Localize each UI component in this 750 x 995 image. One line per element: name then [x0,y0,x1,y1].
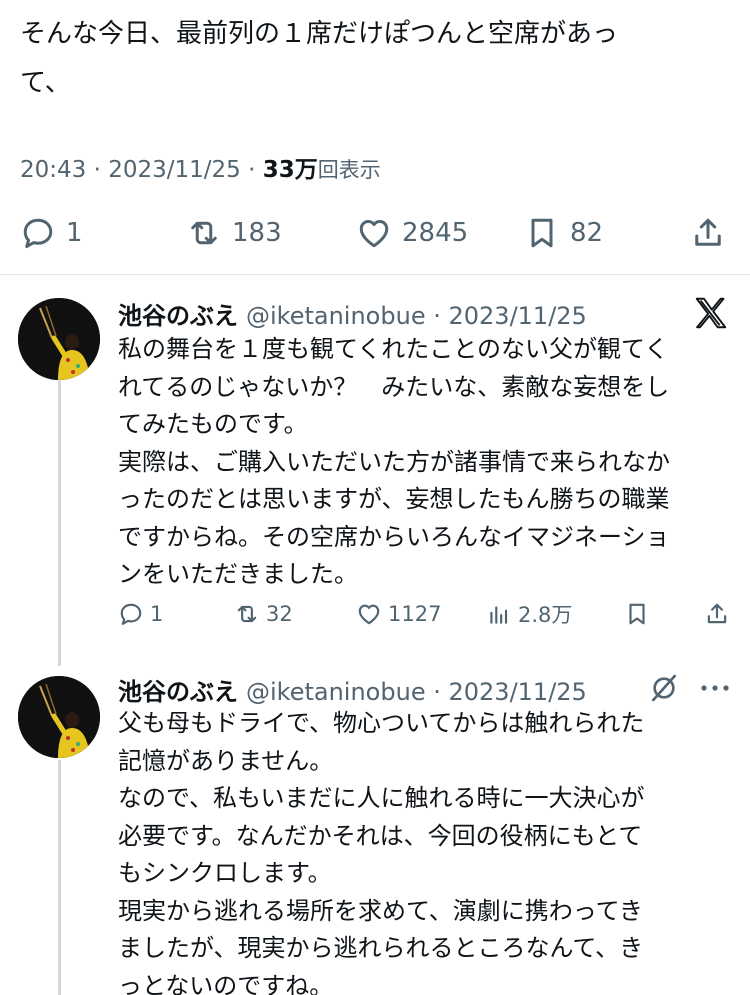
reply-button[interactable]: 1 [118,596,163,632]
share-icon [707,603,727,624]
bookmark-icon [629,603,645,625]
views-count: 2.8万 [518,603,573,627]
reply-text-line: 父も母もドライで、物心ついてからは触れられた [118,709,645,737]
like-button[interactable]: 1127 [356,596,441,632]
bookmark-button[interactable] [624,596,650,632]
tweet-text-line: て、 [20,68,71,98]
tweet-text-line: そんな今日、最前列の１席だけぽつんと空席があっ [20,19,619,49]
reply-button[interactable]: 1 [20,208,83,258]
reply-text: 私の舞台を１度も観てくれたことのない父が観てく れてるのじゃないか？ みたいな、… [118,331,718,594]
bookmark-icon [531,218,553,248]
views-button[interactable]: 2.8万 [486,596,572,632]
author-name[interactable]: 池谷のぶえ [118,302,238,330]
reply-header: 池谷のぶえ @iketaninobue · 2023/11/25 [118,296,587,331]
reply-text-line: ンをいただきました。 [118,560,358,588]
avatar-image [18,298,100,380]
reply-text-line: 記憶がありません。 [118,746,334,775]
retweet-button[interactable]: 183 [186,208,282,258]
retweet-icon [237,605,257,623]
author-handle[interactable]: @iketaninobue [246,302,426,330]
reply-header: 池谷のぶえ @iketaninobue · 2023/11/25 [118,672,587,707]
avatar-image [18,676,100,758]
reply-text-line: 実際は、ご購入いただいた方が諸事情で来られなか [118,447,670,476]
reply-text-line: てみたものです。 [118,410,308,438]
meta-separator: · [433,678,441,706]
reply-count: 1 [66,218,83,248]
retweet-icon [191,221,217,245]
like-count: 1127 [388,602,442,626]
reply-text: 父も母もドライで、物心ついてからは触れられた 記憶がありません。 なので、私もい… [118,705,718,995]
retweet-count: 32 [266,602,293,626]
reply-text-line: 必要です。なんだかそれは、今回の役柄にもとて [118,821,643,850]
reply-date[interactable]: 2023/11/25 [449,302,587,330]
reply-text-line: ましたが、現実から逃れられるところなんて、き [118,934,644,962]
reply-text-line: ですからね。その空席からいろんなイマジネーショ [118,522,670,551]
reply-text-line: なので、私もいまだに人に触れる時に一大決心が [118,784,645,812]
views-label: 回表示 [317,158,381,182]
share-icon [695,218,721,246]
meta-separator: · [93,157,101,183]
thread-connector [58,760,61,995]
like-count: 2845 [402,218,469,248]
analytics-icon [490,606,508,624]
retweet-button[interactable]: 32 [234,596,293,632]
author-name[interactable]: 池谷のぶえ [118,678,238,706]
reply-text-line: っとないのですね。 [118,971,334,995]
tweet-date[interactable]: 2023/11/25 [108,157,241,183]
heart-icon [358,604,380,625]
tweet-time[interactable]: 20:43 [20,157,86,183]
reply-text-line: 私の舞台を１度も観てくれたことのない父が観てく [118,335,669,363]
bookmark-count: 82 [570,218,604,248]
divider [0,274,750,275]
grok-icon[interactable] [648,672,680,704]
reply-date[interactable]: 2023/11/25 [449,678,587,706]
heart-icon [359,219,389,248]
avatar[interactable] [18,298,100,380]
retweet-count: 183 [232,218,282,248]
bookmark-button[interactable]: 82 [524,208,603,258]
reply-icon [120,603,142,625]
tweet-action-bar: 1 183 2845 82 [0,208,750,258]
avatar[interactable] [18,676,100,758]
reply-action-bar: 1 32 1127 2.8万 [0,596,750,632]
like-button[interactable]: 2845 [356,208,468,258]
reply-text-line: 現実から逃れる場所を求めて、演劇に携わってき [118,896,643,925]
share-button[interactable] [690,208,726,258]
tweet-meta: 20:43 · 2023/11/25 · 33万回表示 [20,150,381,184]
reply-count: 1 [150,602,164,626]
views-count: 33万 [262,157,318,183]
reply-icon [23,218,53,248]
share-button[interactable] [704,596,730,632]
meta-separator: · [433,302,441,330]
author-handle[interactable]: @iketaninobue [246,678,426,706]
x-logo-icon [695,297,727,329]
meta-separator: · [248,157,256,183]
tweet-text: そんな今日、最前列の１席だけぽつんと空席があっ て、 [20,10,730,108]
reply-text-line: もシンクロします。 [118,859,332,887]
reply-text-line: ったのだとは思いますが、妄想したもん勝ちの職業 [118,485,670,513]
reply-text-line: れてるのじゃないか？ みたいな、素敵な妄想をし [118,372,670,401]
more-icon[interactable] [698,678,732,698]
